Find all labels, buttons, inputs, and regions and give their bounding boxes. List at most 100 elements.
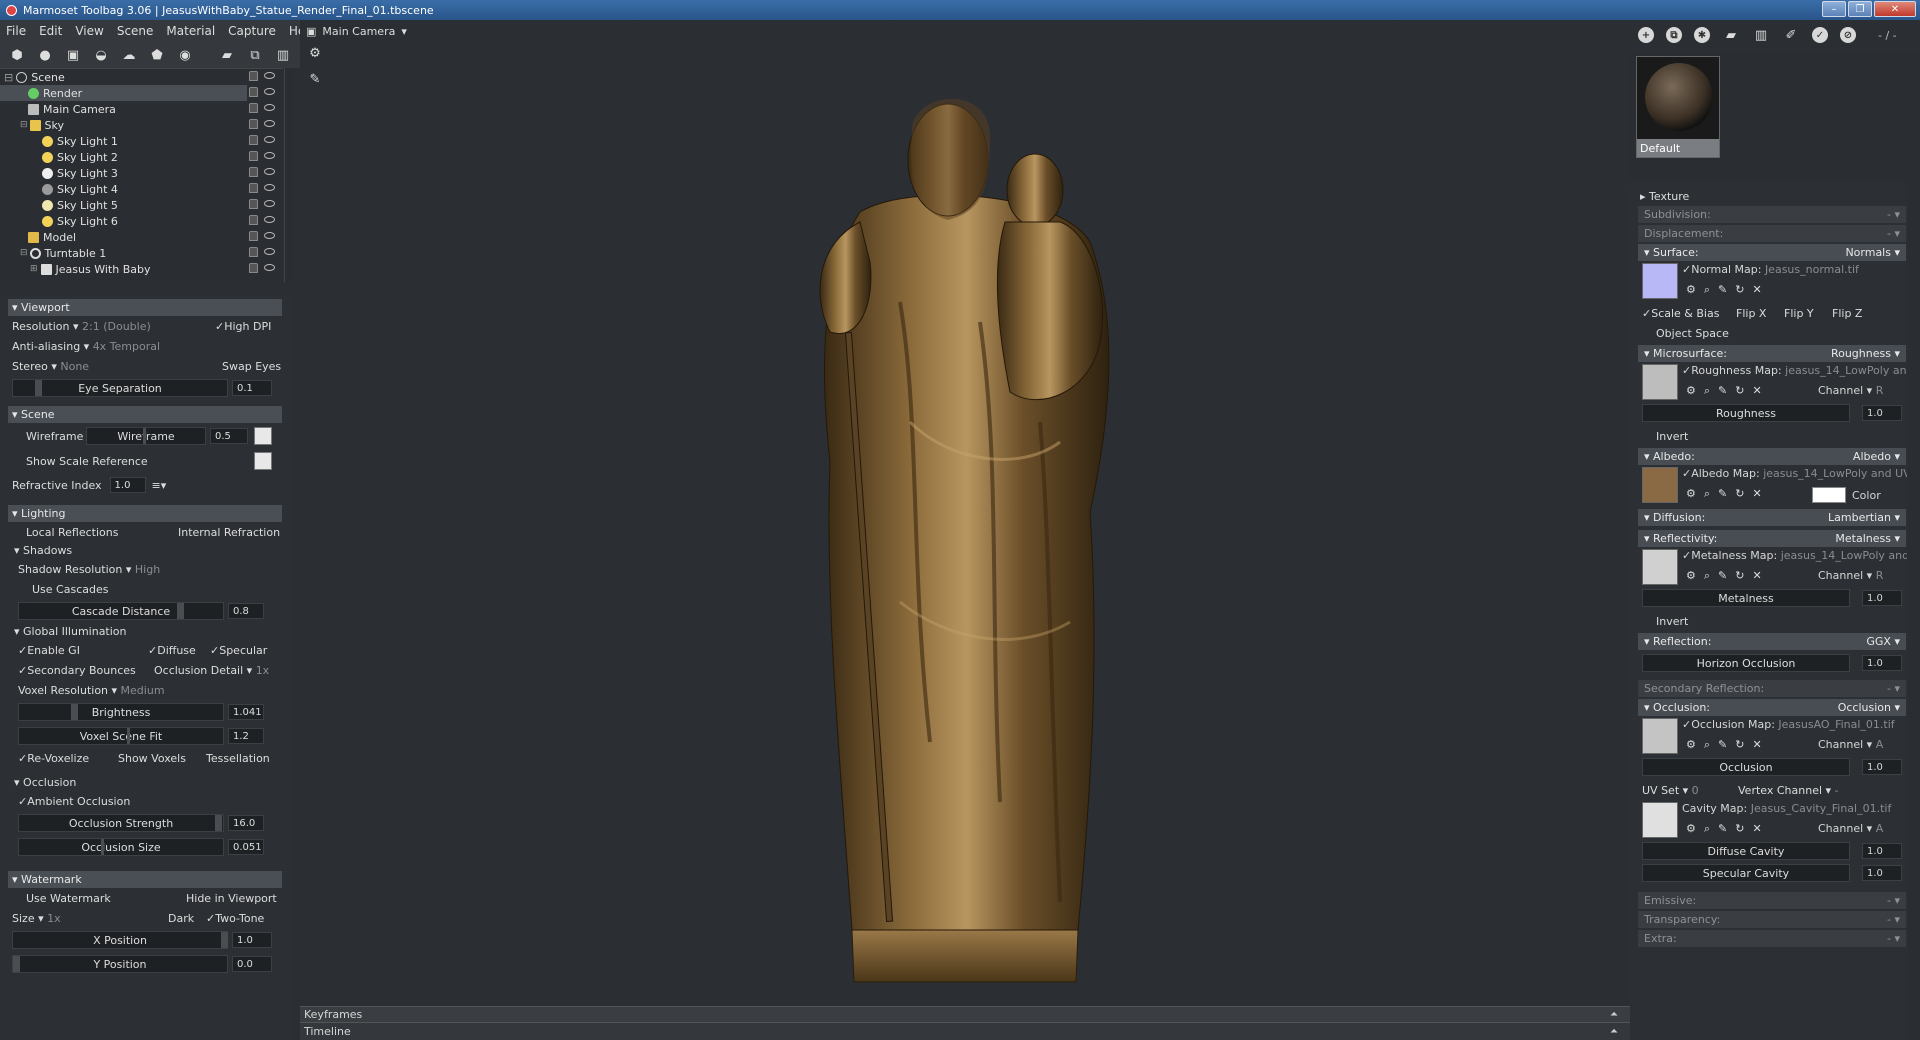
texture-header[interactable]: ▸ Texture bbox=[1630, 186, 1912, 206]
gear-icon[interactable]: ⚙ bbox=[306, 44, 324, 62]
lock-icon[interactable] bbox=[249, 135, 258, 145]
reload-icon[interactable]: ↻ bbox=[1735, 384, 1744, 398]
diffuse-checkbox[interactable]: ✓Diffuse bbox=[148, 644, 196, 657]
enable-gi-checkbox[interactable]: ✓Enable GI bbox=[18, 644, 80, 657]
metalness-map-thumbnail[interactable] bbox=[1642, 549, 1678, 585]
occlusion-header[interactable]: ▾ Occlusion: Occlusion ▾ bbox=[1638, 699, 1906, 716]
cavity-map-thumbnail[interactable] bbox=[1642, 802, 1678, 838]
lock-icon[interactable] bbox=[249, 119, 258, 129]
tree-item-model[interactable]: Model bbox=[0, 229, 283, 245]
surface-header[interactable]: ▾ Surface: Normals ▾ bbox=[1638, 244, 1906, 261]
add-audio-icon[interactable]: ◉ bbox=[176, 46, 194, 64]
material-library-icon[interactable]: ✱ bbox=[1694, 27, 1710, 43]
tree-item-jeasus-with-baby[interactable]: ⊞ Jeasus With Baby bbox=[0, 261, 283, 277]
lock-icon[interactable] bbox=[249, 103, 258, 113]
close-icon[interactable]: ✕ bbox=[1752, 384, 1761, 398]
ambient-occlusion-checkbox[interactable]: ✓Ambient Occlusion bbox=[18, 795, 130, 808]
voxel-scene-fit-slider[interactable]: Voxel Scene Fit bbox=[18, 727, 224, 745]
voxel-scene-fit-value[interactable]: 1.2 bbox=[228, 728, 264, 744]
scene-section-header[interactable]: ▾ Scene bbox=[8, 406, 282, 423]
vertex-channel-dropdown[interactable]: Vertex Channel ▾ - bbox=[1738, 784, 1839, 797]
viewport-section-header[interactable]: ▾ Viewport bbox=[8, 299, 282, 316]
edit-icon[interactable]: ✎ bbox=[1718, 487, 1727, 501]
refractive-index-value[interactable]: 1.0 bbox=[109, 477, 146, 493]
material-panel-scrollbar[interactable] bbox=[1908, 52, 1920, 1040]
clear-icon[interactable]: ⊘ bbox=[1840, 27, 1856, 43]
roughness-invert-checkbox[interactable]: Invert bbox=[1656, 430, 1688, 443]
minimize-button[interactable]: – bbox=[1822, 1, 1846, 17]
show-voxels-checkbox[interactable]: Show Voxels bbox=[104, 752, 186, 765]
add-shadow-catcher-icon[interactable]: ⬟ bbox=[148, 46, 166, 64]
tessellation-checkbox[interactable]: Tessellation bbox=[192, 752, 270, 765]
close-icon[interactable]: ✕ bbox=[1752, 283, 1761, 297]
menu-capture[interactable]: Capture bbox=[228, 24, 276, 38]
trash-icon[interactable]: ▥ bbox=[274, 46, 292, 64]
maximize-button[interactable]: ❐ bbox=[1848, 1, 1872, 17]
roughness-slider[interactable]: Roughness bbox=[1642, 404, 1850, 422]
wireframe-slider[interactable]: Wireframe bbox=[86, 427, 206, 445]
lock-icon[interactable] bbox=[249, 231, 258, 241]
folder-icon[interactable]: ▰ bbox=[218, 46, 236, 64]
scene-tree-scrollbar[interactable] bbox=[284, 68, 294, 282]
menu-view[interactable]: View bbox=[75, 24, 103, 38]
metalness-invert-checkbox[interactable]: Invert bbox=[1656, 615, 1688, 628]
scale-bias-checkbox[interactable]: ✓Scale & Bias bbox=[1642, 307, 1719, 320]
close-icon[interactable]: ✕ bbox=[1752, 738, 1761, 752]
stereo-dropdown[interactable]: None bbox=[60, 360, 89, 373]
reload-icon[interactable]: ↻ bbox=[1735, 283, 1744, 297]
diffuse-cavity-value[interactable]: 1.0 bbox=[1862, 843, 1902, 859]
gear-icon[interactable]: ⚙ bbox=[1686, 738, 1696, 752]
search-icon[interactable]: ⌕ bbox=[1704, 283, 1710, 297]
camera-dropdown[interactable]: Main Camera bbox=[322, 25, 395, 38]
gear-icon[interactable]: ⚙ bbox=[1686, 283, 1696, 297]
tree-item-turntable[interactable]: ⊟ Turntable 1 bbox=[0, 245, 283, 261]
occlusion-map-thumbnail[interactable] bbox=[1642, 718, 1678, 754]
occlusion-slider[interactable]: Occlusion bbox=[1642, 758, 1850, 776]
voxel-resolution-dropdown[interactable]: Medium bbox=[121, 684, 165, 697]
eye-icon[interactable] bbox=[264, 248, 275, 255]
search-icon[interactable]: ⌕ bbox=[1704, 487, 1710, 501]
menu-file[interactable]: File bbox=[6, 24, 26, 38]
eye-icon[interactable] bbox=[264, 72, 275, 79]
expand-icon[interactable]: ⏶ bbox=[1610, 1009, 1618, 1020]
resolution-dropdown[interactable]: 2:1 (Double) bbox=[82, 320, 151, 333]
aa-dropdown[interactable]: 4x Temporal bbox=[93, 340, 160, 353]
search-icon[interactable]: ⌕ bbox=[1704, 738, 1710, 752]
close-icon[interactable]: ✕ bbox=[1752, 487, 1761, 501]
roughness-value[interactable]: 1.0 bbox=[1862, 405, 1902, 421]
roughness-map-thumbnail[interactable] bbox=[1642, 364, 1678, 400]
lock-icon[interactable] bbox=[249, 71, 258, 81]
add-fog-icon[interactable]: ☁ bbox=[120, 46, 138, 64]
size-dropdown[interactable]: 1x bbox=[47, 912, 61, 925]
y-position-value[interactable]: 0.0 bbox=[232, 956, 272, 972]
specular-checkbox[interactable]: ✓Specular bbox=[210, 644, 267, 657]
specular-cavity-value[interactable]: 1.0 bbox=[1862, 865, 1902, 881]
y-position-slider[interactable]: Y Position bbox=[12, 955, 228, 973]
watermark-section-header[interactable]: ▾ Watermark bbox=[8, 871, 282, 888]
occlusion-size-value[interactable]: 0.051 bbox=[228, 839, 264, 855]
occlusion-strength-value[interactable]: 16.0 bbox=[228, 815, 264, 831]
chevron-down-icon[interactable]: ▾ bbox=[401, 25, 407, 38]
albedo-map-thumbnail[interactable] bbox=[1642, 467, 1678, 503]
3d-viewport[interactable] bbox=[300, 42, 1630, 1006]
brush-icon[interactable]: ✎ bbox=[306, 70, 324, 88]
add-turntable-icon[interactable]: ◒ bbox=[92, 46, 110, 64]
color-swatch[interactable] bbox=[1812, 487, 1846, 503]
eye-icon[interactable] bbox=[264, 200, 275, 207]
eye-icon[interactable] bbox=[264, 136, 275, 143]
horizon-occlusion-value[interactable]: 1.0 bbox=[1862, 655, 1902, 671]
albedo-header[interactable]: ▾ Albedo: Albedo ▾ bbox=[1638, 448, 1906, 465]
eye-icon[interactable] bbox=[264, 152, 275, 159]
wireframe-value[interactable]: 0.5 bbox=[210, 428, 248, 444]
brightness-slider[interactable]: Brightness bbox=[18, 703, 224, 721]
secondary-reflection-header[interactable]: Secondary Reflection: - ▾ bbox=[1638, 680, 1906, 697]
eye-icon[interactable] bbox=[264, 168, 275, 175]
lighting-section-header[interactable]: ▾ Lighting bbox=[8, 505, 282, 522]
lock-icon[interactable] bbox=[249, 263, 258, 273]
apply-icon[interactable]: ✓ bbox=[1812, 27, 1828, 43]
lock-icon[interactable] bbox=[249, 199, 258, 209]
use-watermark-checkbox[interactable]: Use Watermark bbox=[26, 892, 111, 905]
emissive-header[interactable]: Emissive: - ▾ bbox=[1638, 892, 1906, 909]
horizon-occlusion-slider[interactable]: Horizon Occlusion bbox=[1642, 654, 1850, 672]
edit-icon[interactable]: ✎ bbox=[1718, 283, 1727, 297]
